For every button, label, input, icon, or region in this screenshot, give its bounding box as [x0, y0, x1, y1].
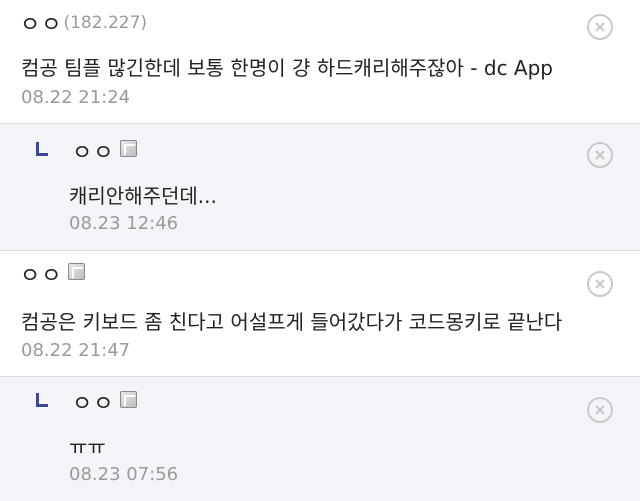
- comment-date: 08.22 21:24: [21, 87, 131, 108]
- comment-text: ㅠㅠ: [69, 435, 106, 459]
- comment-nickname[interactable]: ㅇㅇ: [72, 135, 114, 167]
- comment-text: 캐리안해주던데...: [69, 184, 217, 208]
- circle-x-icon: [595, 405, 605, 415]
- comment-item: ㅇㅇ 컴공은 키보드 좀 친다고 어설프게 들어갔다가 코드몽키로 끝난다 08…: [0, 251, 640, 377]
- comment-author: ㅇㅇ (182.227): [20, 7, 148, 39]
- delete-button[interactable]: [587, 14, 613, 40]
- gonick-badge-icon: [120, 139, 138, 157]
- comment-ip: (182.227): [63, 13, 148, 33]
- reply-arrow-icon: [36, 393, 48, 407]
- comment-author: ㅇㅇ: [72, 386, 138, 418]
- reply-item: ㅇㅇ 캐리안해주던데... 08.23 12:46: [0, 124, 640, 251]
- reply-item: ㅇㅇ ㅠㅠ 08.23 07:56: [0, 377, 640, 501]
- gonick-badge-icon: [120, 390, 138, 408]
- comment-nickname[interactable]: ㅇㅇ: [20, 258, 62, 290]
- delete-button[interactable]: [587, 397, 613, 423]
- comment-text: 컴공은 키보드 좀 친다고 어설프게 들어갔다가 코드몽키로 끝난다: [21, 310, 563, 334]
- circle-x-icon: [595, 22, 605, 32]
- delete-button[interactable]: [587, 142, 613, 168]
- comment-date: 08.23 12:46: [69, 213, 179, 234]
- comment-nickname[interactable]: ㅇㅇ: [20, 7, 62, 39]
- comment-nickname[interactable]: ㅇㅇ: [72, 386, 114, 418]
- comment-date: 08.22 21:47: [21, 340, 131, 361]
- reply-arrow-icon: [36, 142, 48, 156]
- comment-author: ㅇㅇ: [72, 135, 138, 167]
- circle-x-icon: [595, 150, 605, 160]
- gonick-badge-icon: [68, 262, 86, 280]
- delete-button[interactable]: [587, 271, 613, 297]
- comment-text: 컴공 팀플 많긴한데 보통 한명이 걍 하드캐리해주잖아 - dc App: [21, 56, 553, 80]
- circle-x-icon: [595, 279, 605, 289]
- comment-list: ㅇㅇ (182.227) 컴공 팀플 많긴한데 보통 한명이 걍 하드캐리해주잖…: [0, 0, 640, 501]
- comment-item: ㅇㅇ (182.227) 컴공 팀플 많긴한데 보통 한명이 걍 하드캐리해주잖…: [0, 0, 640, 124]
- comment-date: 08.23 07:56: [69, 464, 179, 485]
- comment-author: ㅇㅇ: [20, 258, 86, 290]
